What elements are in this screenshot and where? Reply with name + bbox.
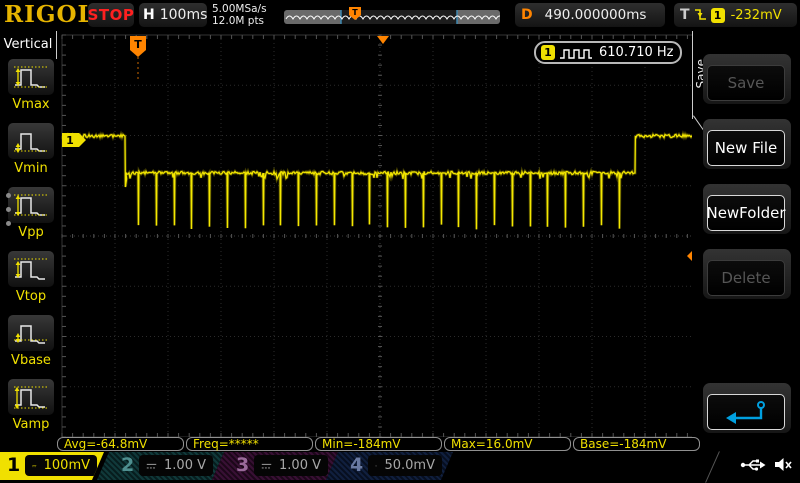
freq-counter-value: 610.710 Hz — [599, 45, 674, 60]
measurement-results-bar: Avg=-64.8mVFreq=*****Min=-184mVMax=16.0m… — [0, 437, 800, 452]
channel-1-level-marker[interactable] — [62, 133, 86, 147]
svg-text:1: 1 — [66, 134, 74, 147]
measure-item-vmin[interactable]: Vmin — [7, 122, 55, 176]
channel-1-status[interactable]: 1 100mV — [0, 452, 104, 480]
top-status-bar: RIGOL STOP H 100ms 5.00MSa/s 12.0M pts T… — [0, 0, 800, 31]
measure-item-vpp[interactable]: Vpp — [7, 186, 55, 240]
channel-scale-box: 1.00 V — [254, 455, 328, 476]
vtop-icon — [7, 250, 55, 288]
trigger-slope-falling-icon — [694, 7, 707, 23]
measure-item-label: Vbase — [7, 353, 55, 368]
delay-label: D — [521, 7, 533, 23]
horizontal-timebase-box[interactable]: H 100ms — [139, 3, 207, 27]
channel-scale-value: 1.00 V — [279, 458, 321, 473]
measure-item-label: Vmax — [7, 97, 55, 112]
vbase-icon — [7, 314, 55, 352]
page-indicator-dot — [6, 207, 11, 212]
channel-2-status[interactable]: 2 1.00 V — [97, 452, 224, 480]
square-wave-icon — [559, 46, 593, 60]
trigger-position-flag[interactable] — [130, 36, 146, 57]
channel-number: 2 — [121, 454, 134, 476]
save-menu: Save SaveNew FileNewFolderDelete — [692, 31, 800, 452]
channel-scale-value: 1.00 V — [164, 458, 206, 473]
waveform-display: 1 T T — [0, 0, 800, 480]
trigger-source-badge: 1 — [711, 8, 725, 23]
menu-key-save[interactable]: Save — [703, 54, 791, 104]
trigger-label: T — [680, 7, 690, 23]
svg-text:T: T — [352, 8, 358, 17]
save-button: Save — [707, 65, 785, 101]
measure-item-vmax[interactable]: Vmax — [7, 58, 55, 112]
usb-icon — [740, 457, 766, 472]
left-measure-menu: Vertical Vmax Vmin Vpp Vtop Vbase Vamp — [0, 31, 60, 452]
delay-box[interactable]: D 490.000000ms — [515, 3, 665, 27]
channel-scale-value: 100mV — [44, 458, 90, 473]
channel-number: 4 — [350, 454, 363, 476]
rigol-logo: RIGOL — [4, 1, 95, 28]
speaker-muted-icon — [774, 457, 793, 472]
menu-key-back[interactable] — [703, 383, 791, 433]
memory-position-bar[interactable]: T — [284, 7, 500, 24]
page-indicator-dot — [6, 221, 11, 226]
back-button[interactable] — [707, 394, 785, 430]
status-separator — [705, 451, 720, 482]
dc-coupling-icon — [146, 461, 157, 471]
menu-key-new-file[interactable]: New File — [703, 119, 791, 169]
channel-number: 3 — [236, 454, 249, 476]
measurement-result-1: Avg=-64.8mV — [57, 437, 184, 451]
channel-3-status[interactable]: 3 1.00 V — [212, 452, 338, 480]
channel-scale-value: 50.0mV — [384, 458, 435, 473]
vmax-icon — [7, 58, 55, 96]
run-state-button[interactable]: STOP — [88, 3, 134, 27]
acquisition-info: 5.00MSa/s 12.0M pts — [212, 3, 267, 27]
measure-item-label: Vpp — [7, 225, 55, 240]
measure-item-label: Vmin — [7, 161, 55, 176]
vmin-icon — [7, 122, 55, 160]
memory-depth: 12.0M pts — [212, 15, 267, 27]
channel-number: 1 — [7, 454, 20, 476]
horizontal-center-marker — [377, 36, 389, 44]
left-menu-tab-border — [56, 31, 57, 59]
horizontal-label: H — [143, 7, 155, 23]
channel-scale-box: 1.00 V — [139, 455, 213, 476]
menu-tab-outline — [692, 31, 693, 119]
delay-value: 490.000000ms — [545, 7, 647, 23]
page-indicator-dot — [6, 193, 11, 198]
trigger-box[interactable]: T 1 -232mV — [674, 3, 797, 27]
measure-item-vbase[interactable]: Vbase — [7, 314, 55, 368]
dc-coupling-icon — [32, 461, 37, 471]
sample-rate: 5.00MSa/s — [212, 3, 267, 15]
menu-key-newfolder[interactable]: NewFolder — [703, 184, 791, 234]
left-menu-title: Vertical — [0, 37, 56, 52]
measure-item-label: Vtop — [7, 289, 55, 304]
measurement-result-3: Min=-184mV — [315, 437, 442, 451]
delete-button: Delete — [707, 260, 785, 296]
frequency-counter: 1 610.710 Hz — [534, 41, 682, 64]
system-status-icons — [740, 457, 793, 472]
measure-item-vamp[interactable]: Vamp — [7, 378, 55, 432]
channel-status-bar: 1 100mV 2 1.00 V 3 1.00 V 4 50.0mV — [0, 452, 800, 480]
freq-counter-channel-badge: 1 — [541, 45, 555, 60]
vamp-icon — [7, 378, 55, 416]
trigger-level-value: -232mV — [731, 8, 782, 23]
timebase-value: 100ms — [160, 7, 208, 23]
vpp-icon — [7, 186, 55, 224]
svg-text:T: T — [134, 38, 142, 51]
measure-item-vtop[interactable]: Vtop — [7, 250, 55, 304]
measure-item-label: Vamp — [7, 417, 55, 432]
dc-coupling-icon — [375, 461, 377, 471]
new-file-button[interactable]: New File — [707, 130, 785, 166]
channel-4-status[interactable]: 4 50.0mV — [326, 452, 453, 480]
channel-scale-box: 100mV — [25, 455, 97, 476]
measurement-result-5: Base=-184mV — [573, 437, 700, 451]
menu-key-delete[interactable]: Delete — [703, 249, 791, 299]
run-state-label: STOP — [88, 6, 135, 24]
measurement-result-2: Freq=***** — [186, 437, 313, 451]
return-arrow-icon — [723, 399, 769, 425]
measurement-result-4: Max=16.0mV — [444, 437, 571, 451]
channel-scale-box: 50.0mV — [368, 455, 442, 476]
dc-coupling-icon — [261, 461, 272, 471]
newfolder-button[interactable]: NewFolder — [707, 195, 785, 231]
